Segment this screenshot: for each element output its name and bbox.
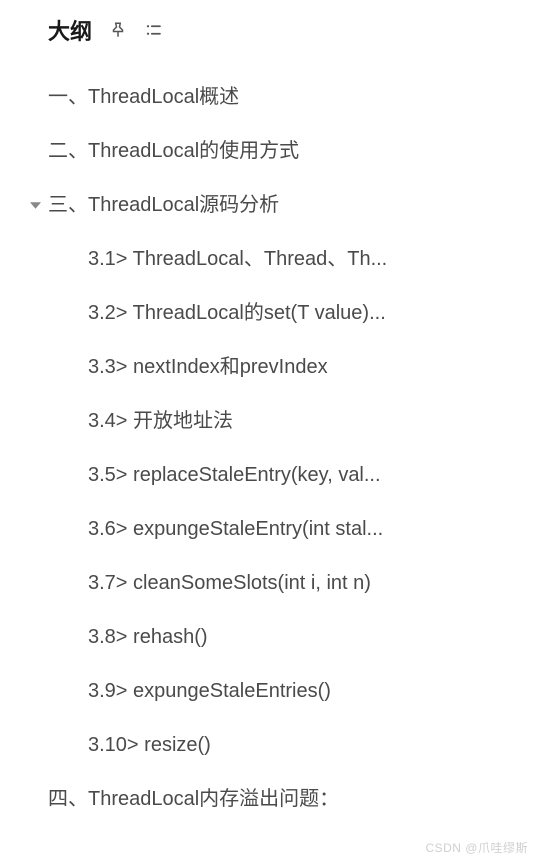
outline-item[interactable]: 3.1> ThreadLocal、Thread、Th... <box>0 232 542 286</box>
outline-item-label: 3.6> expungeStaleEntry(int stal... <box>88 518 383 540</box>
outline-item-label: 四、ThreadLocal内存溢出问题： <box>48 788 339 810</box>
outline-item[interactable]: 3.9> expungeStaleEntries() <box>0 664 542 718</box>
outline-item-label: 3.5> replaceStaleEntry(key, val... <box>88 464 381 486</box>
chevron-down-icon[interactable] <box>28 198 42 212</box>
outline-item-label: 二、ThreadLocal的使用方式 <box>48 140 299 162</box>
outline-item[interactable]: 3.5> replaceStaleEntry(key, val... <box>0 448 542 502</box>
outline-item-label: 三、ThreadLocal源码分析 <box>48 194 279 216</box>
outline-item[interactable]: 3.10> resize() <box>0 718 542 772</box>
outline-item[interactable]: 3.4> 开放地址法 <box>0 394 542 448</box>
outline-item[interactable]: 一、ThreadLocal概述 <box>0 70 542 124</box>
outline-item[interactable]: 3.3> nextIndex和prevIndex <box>0 340 542 394</box>
outline-item[interactable]: 3.7> cleanSomeSlots(int i, int n) <box>0 556 542 610</box>
outline-item[interactable]: 3.6> expungeStaleEntry(int stal... <box>0 502 542 556</box>
outline-header: 大纲 <box>0 0 542 60</box>
outline-item-label: 3.3> nextIndex和prevIndex <box>88 356 328 378</box>
outline-item-label: 3.1> ThreadLocal、Thread、Th... <box>88 248 387 270</box>
outline-item[interactable]: 3.2> ThreadLocal的set(T value)... <box>0 286 542 340</box>
outline-item[interactable]: 二、ThreadLocal的使用方式 <box>0 124 542 178</box>
outline-title: 大纲 <box>48 14 92 46</box>
watermark: CSDN @爪哇缪斯 <box>425 839 528 856</box>
outline-item[interactable]: 3.8> rehash() <box>0 610 542 664</box>
outline-list: 一、ThreadLocal概述 二、ThreadLocal的使用方式 三、Thr… <box>0 60 542 826</box>
outline-item-label: 3.10> resize() <box>88 734 211 756</box>
outline-item-label: 3.9> expungeStaleEntries() <box>88 680 331 702</box>
outline-item-label: 3.2> ThreadLocal的set(T value)... <box>88 302 386 324</box>
outline-item[interactable]: 四、ThreadLocal内存溢出问题： <box>0 772 542 826</box>
outline-item-label: 3.7> cleanSomeSlots(int i, int n) <box>88 572 371 594</box>
outline-item[interactable]: 三、ThreadLocal源码分析 <box>0 178 542 232</box>
outline-item-label: 一、ThreadLocal概述 <box>48 86 239 108</box>
outline-item-label: 3.4> 开放地址法 <box>88 410 233 432</box>
list-icon[interactable] <box>144 20 164 40</box>
pin-icon[interactable] <box>108 20 128 40</box>
outline-item-label: 3.8> rehash() <box>88 626 208 648</box>
